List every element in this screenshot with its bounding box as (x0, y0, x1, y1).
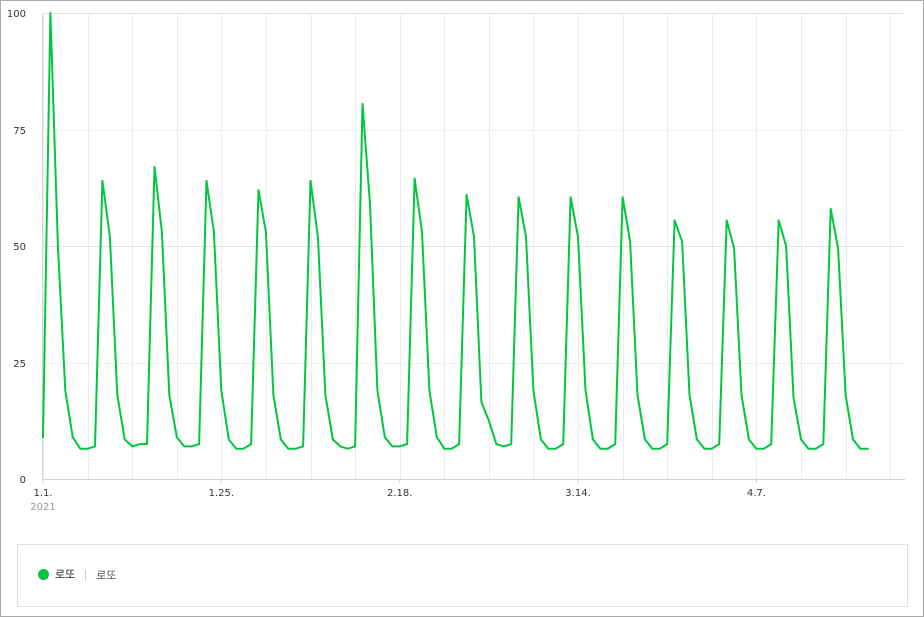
x-tick-label: 4.7. (747, 488, 766, 499)
x-tick-year-label: 2021 (30, 502, 55, 513)
x-tick-label: 1.1. (33, 488, 52, 499)
series-line-lotto (42, 12, 869, 450)
legend-series-name: 로또 (55, 568, 76, 581)
y-tick-label: 75 (13, 126, 26, 137)
x-tick-label: 1.25. (209, 488, 234, 499)
y-tick-label: 50 (13, 242, 26, 253)
x-tick-label: 2.18. (387, 488, 412, 499)
x-tick-label: 3.14. (565, 488, 590, 499)
series-color-dot-icon (38, 568, 49, 580)
legend: 로또 로또 (17, 544, 908, 607)
legend-divider (85, 569, 87, 581)
line-chart: 0 25 50 75 100 1.1. 1.25. 2.18. 3.14. 4.7. 2021 (7, 9, 905, 513)
y-tick-label: 100 (7, 9, 26, 20)
y-tick-label: 0 (20, 475, 26, 486)
legend-item-lotto[interactable]: 로또 로또 (38, 565, 117, 583)
legend-search-term: 로또 (96, 569, 117, 582)
y-tick-label: 25 (13, 359, 26, 370)
